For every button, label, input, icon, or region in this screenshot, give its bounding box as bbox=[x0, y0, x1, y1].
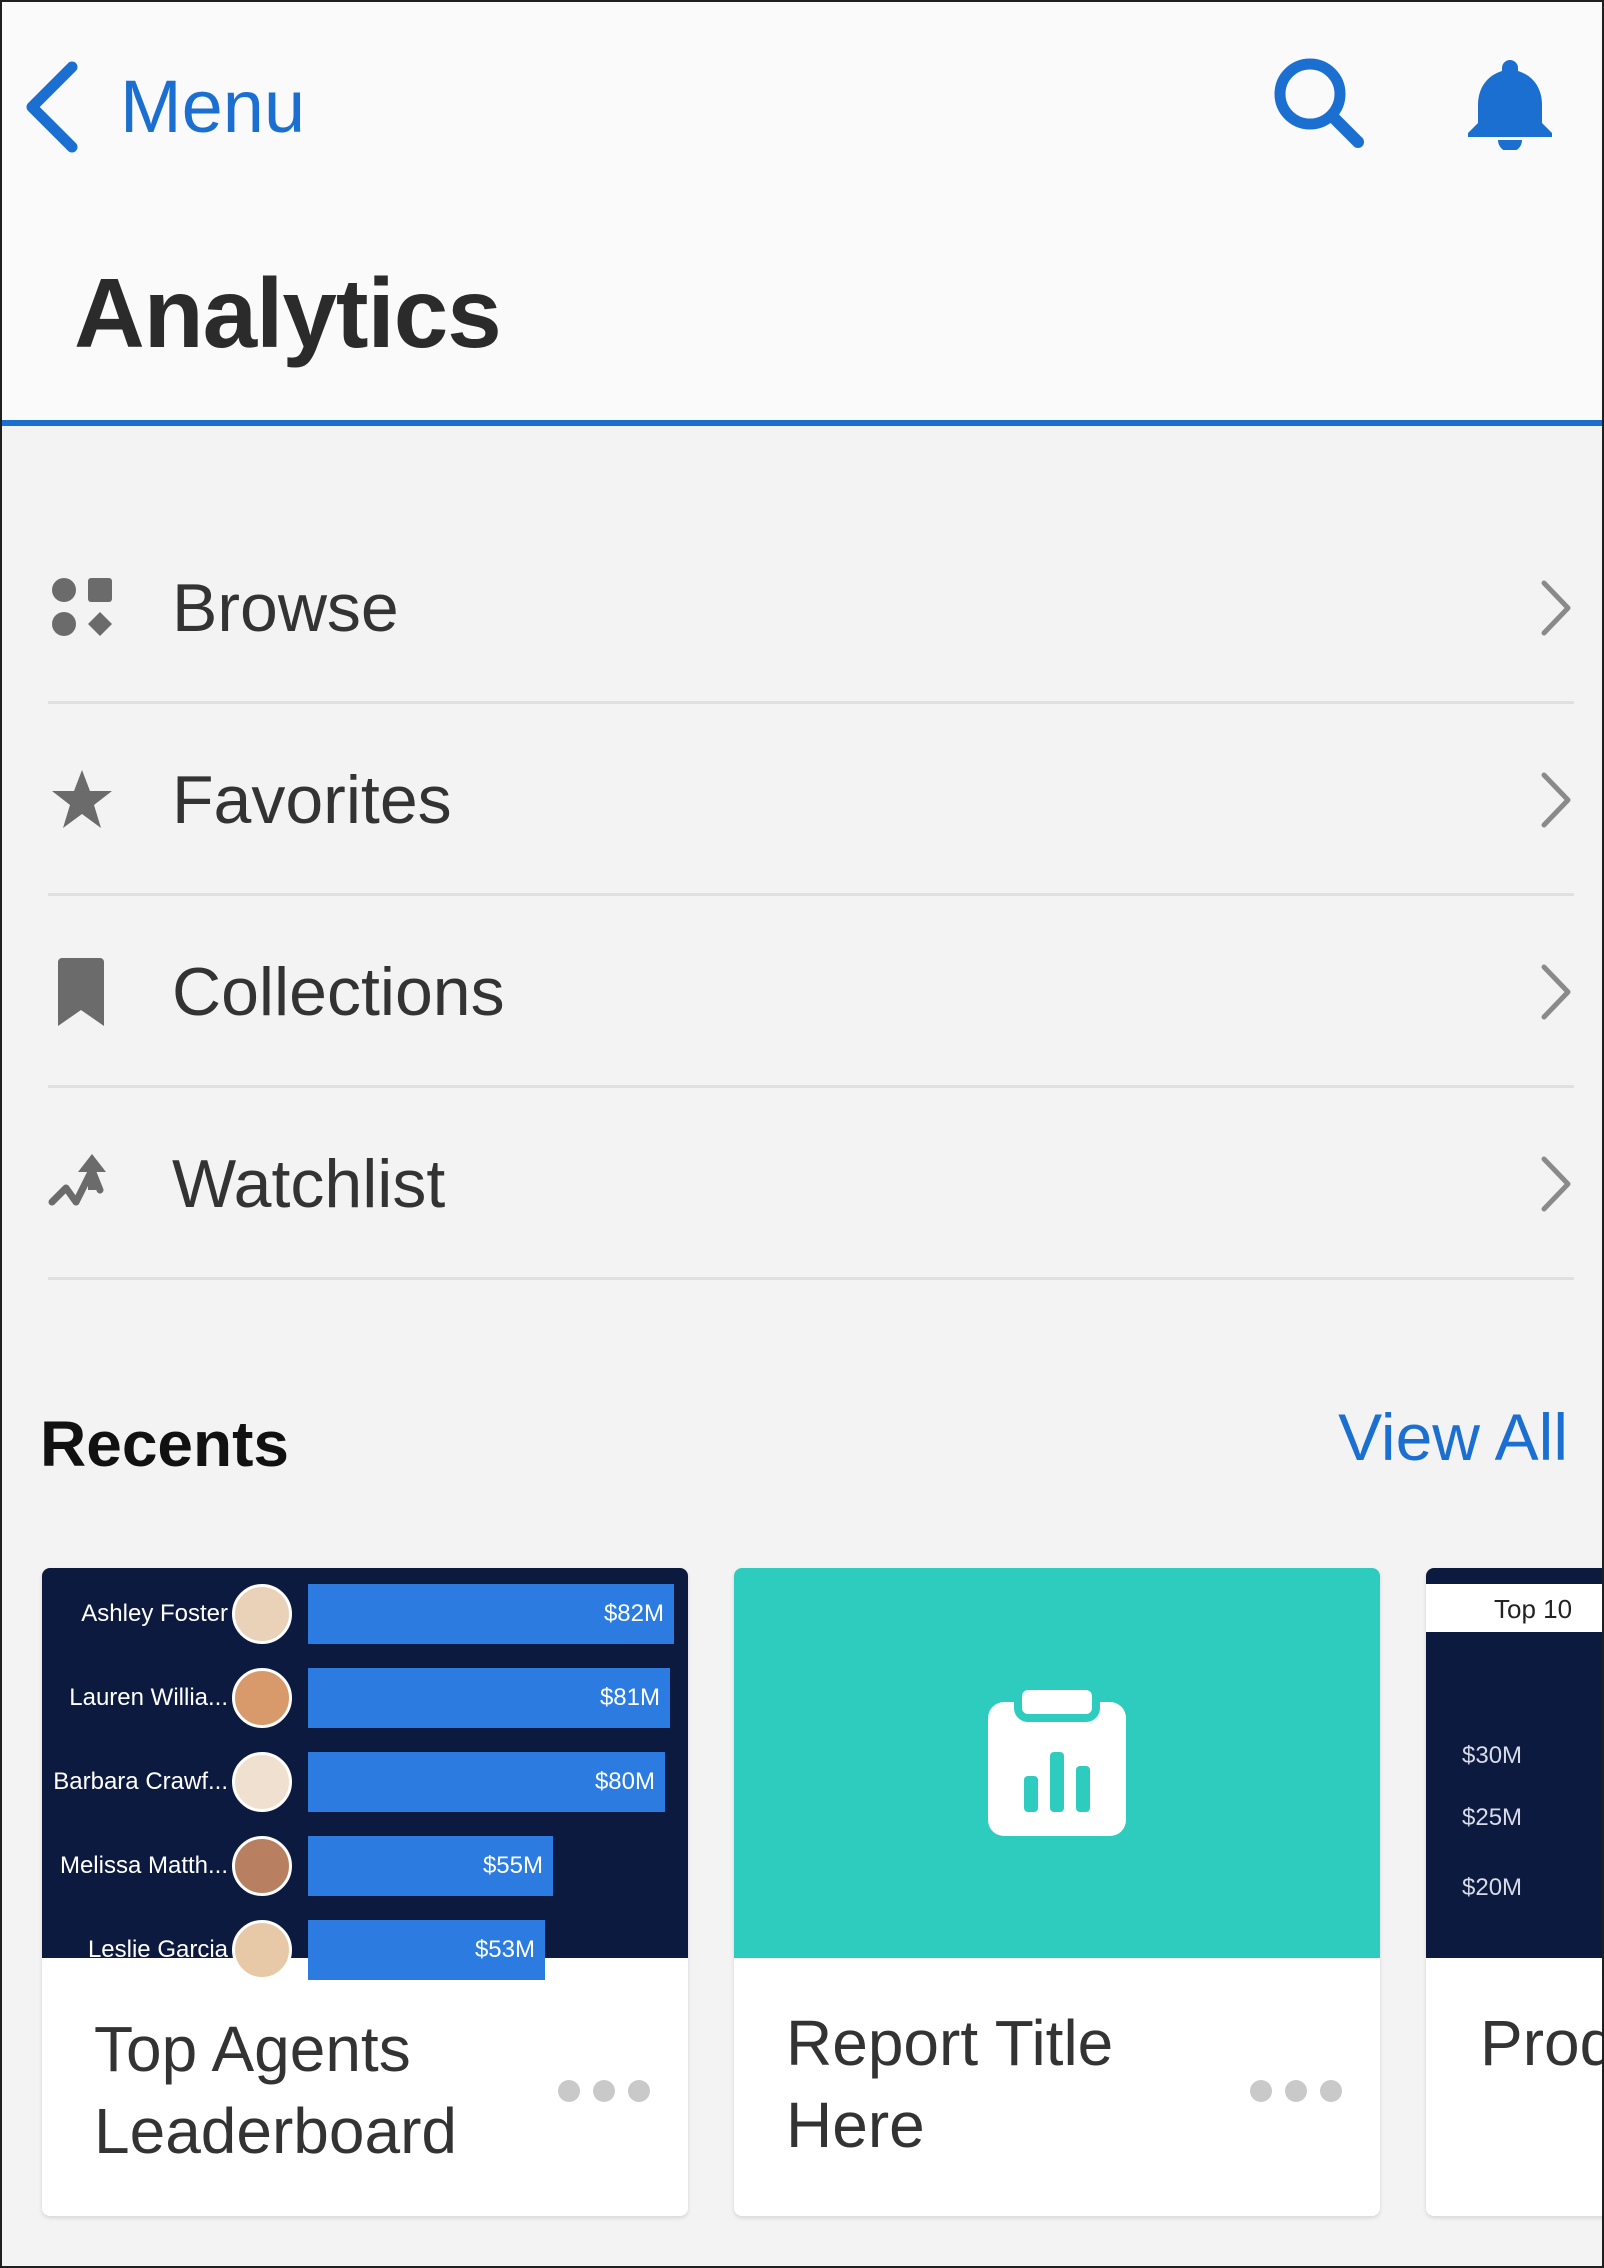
bar-value: $81M bbox=[599, 1684, 660, 1711]
back-button[interactable]: Menu bbox=[22, 52, 305, 162]
card-title: Top Agents Leaderboard bbox=[94, 2013, 457, 2167]
report-thumbnail bbox=[734, 1568, 1380, 1958]
leaderboard-row: Melissa Matth... $55M bbox=[42, 1832, 688, 1900]
leaderboard-row: Barbara Crawf... $80M bbox=[42, 1748, 688, 1816]
watchlist-icon bbox=[48, 1153, 106, 1205]
more-actions-icon[interactable] bbox=[1246, 2076, 1346, 2106]
browse-icon bbox=[52, 577, 112, 636]
agent-name: Ashley Foster bbox=[81, 1600, 228, 1627]
star-icon bbox=[52, 769, 112, 828]
chevron-right-icon bbox=[1541, 964, 1571, 1019]
view-all-link[interactable]: View All bbox=[1338, 1404, 1568, 1470]
avatar bbox=[232, 1836, 292, 1896]
page-title: Analytics bbox=[74, 258, 502, 368]
chart-thumbnail: Top 10 $30M $25M $20M bbox=[1426, 1568, 1602, 1958]
bar-value: $55M bbox=[482, 1852, 543, 1879]
agent-name: Barbara Crawf... bbox=[53, 1768, 228, 1795]
notification-bell-icon[interactable] bbox=[1462, 54, 1558, 150]
nav-item-favorites[interactable]: Favorites bbox=[48, 706, 1574, 896]
chevron-left-icon bbox=[26, 61, 78, 153]
agent-name: Leslie Garcia bbox=[87, 1936, 228, 1963]
nav-item-collections[interactable]: Collections bbox=[48, 898, 1574, 1088]
nav-item-label: Favorites bbox=[172, 761, 452, 838]
more-actions-icon[interactable] bbox=[554, 2076, 654, 2106]
app-screen: Menu Analytics Browse Favorites Collecti… bbox=[0, 0, 1604, 2268]
search-icon[interactable] bbox=[1270, 54, 1366, 150]
card-title: Report Title Here bbox=[786, 2007, 1114, 2161]
card-title: Prod Anal bbox=[1480, 2007, 1604, 2079]
chart-header: Top 10 bbox=[1426, 1584, 1602, 1632]
leaderboard-thumbnail: Ashley Foster $82M Lauren Willia... $81M Bar… bbox=[42, 1568, 688, 1980]
bookmark-icon bbox=[58, 957, 104, 1026]
leaderboard-row: Leslie Garcia $53M bbox=[42, 1916, 688, 1984]
chevron-right-icon bbox=[1541, 772, 1571, 827]
tick-label: $30M bbox=[1462, 1742, 1523, 1769]
bar-value: $80M bbox=[594, 1768, 655, 1795]
leaderboard-bar: $81M bbox=[308, 1668, 670, 1728]
leaderboard-row: Ashley Foster $82M bbox=[42, 1580, 688, 1648]
chevron-right-icon bbox=[1541, 1156, 1571, 1211]
nav-item-watchlist[interactable]: Watchlist bbox=[48, 1090, 1574, 1280]
chevron-right-icon bbox=[1541, 580, 1571, 635]
avatar bbox=[232, 1752, 292, 1812]
agent-name: Melissa Matth... bbox=[59, 1852, 228, 1879]
leaderboard-bar: $80M bbox=[308, 1752, 665, 1812]
recents-heading: Recents bbox=[40, 1408, 289, 1480]
nav-item-browse[interactable]: Browse bbox=[48, 514, 1574, 704]
leaderboard-bar: $55M bbox=[308, 1836, 553, 1896]
tick-label: $20M bbox=[1462, 1874, 1523, 1901]
avatar bbox=[232, 1584, 292, 1644]
clipboard-chart-icon bbox=[988, 1682, 1126, 1836]
agent-name: Lauren Willia... bbox=[69, 1684, 228, 1711]
back-button-label: Menu bbox=[120, 65, 306, 148]
header: Menu Analytics bbox=[2, 2, 1602, 426]
avatar bbox=[232, 1668, 292, 1728]
leaderboard-row: Lauren Willia... $81M bbox=[42, 1664, 688, 1732]
avatar bbox=[232, 1920, 292, 1980]
nav-item-label: Collections bbox=[172, 953, 505, 1030]
chart-label: Top 10 bbox=[1494, 1594, 1573, 1624]
nav-item-label: Watchlist bbox=[172, 1145, 446, 1222]
tick-label: $25M bbox=[1462, 1804, 1523, 1831]
bar-value: $82M bbox=[603, 1600, 664, 1627]
nav-item-label: Browse bbox=[172, 569, 399, 646]
recent-card-product-analysis[interactable]: Top 10 $30M $25M $20M Prod Anal bbox=[1426, 1568, 1604, 2216]
recent-card-report[interactable]: Report Title Here bbox=[734, 1568, 1380, 2216]
leaderboard-bar: $53M bbox=[308, 1920, 545, 1980]
recent-card-top-agents[interactable]: Ashley Foster $82M Lauren Willia... $81M Bar… bbox=[42, 1568, 688, 2216]
leaderboard-bar: $82M bbox=[308, 1584, 674, 1644]
bar-value: $53M bbox=[474, 1936, 535, 1963]
